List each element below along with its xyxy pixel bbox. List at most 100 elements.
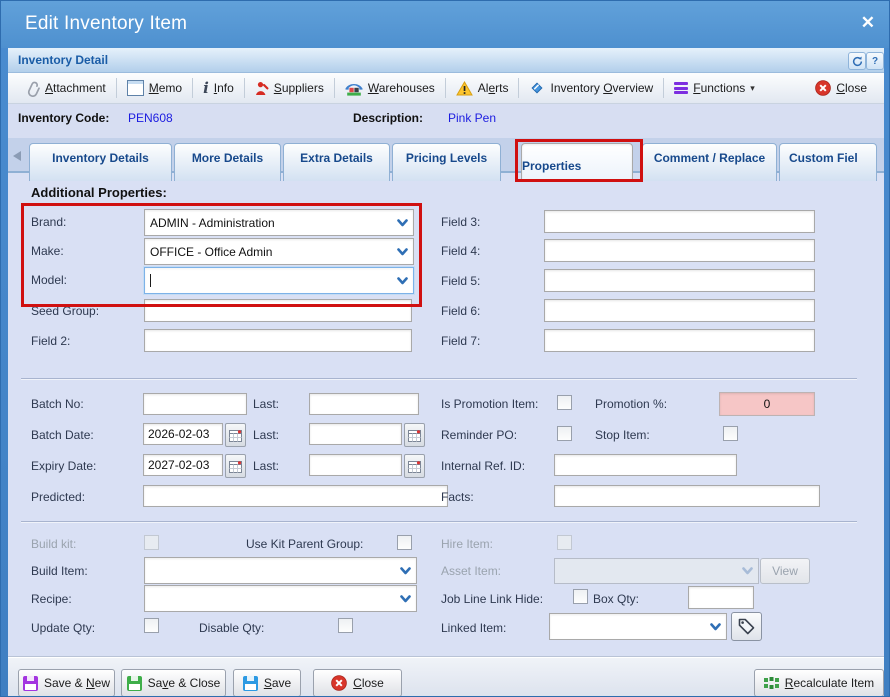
field3-input[interactable] [544, 210, 815, 233]
functions-menu-button[interactable]: Functions ▾ [667, 81, 762, 96]
chevron-down-icon [737, 559, 758, 583]
internal-ref-id-input[interactable] [554, 454, 737, 476]
save-floppy-icon [243, 676, 258, 691]
expiry-date-calendar-button[interactable] [225, 454, 246, 478]
attachment-button[interactable]: Attachment [18, 80, 113, 97]
build-kit-checkbox [144, 535, 159, 550]
recalculate-icon [764, 677, 779, 690]
expiry-date-input[interactable] [143, 454, 223, 476]
section-title-additional-properties: Additional Properties: [31, 185, 167, 200]
asset-item-select [554, 558, 759, 584]
hire-item-checkbox [557, 535, 572, 550]
field7-input[interactable] [544, 329, 815, 352]
info-button[interactable]: i Info [196, 81, 241, 96]
field5-input[interactable] [544, 269, 815, 292]
promotion-pct-input[interactable] [719, 392, 815, 416]
panel-title: Inventory Detail [18, 53, 108, 67]
stop-item-checkbox[interactable] [723, 426, 738, 441]
hire-item-label: Hire Item: [441, 537, 493, 551]
predicted-input[interactable] [143, 485, 448, 507]
save-and-close-button[interactable]: Save & Close [121, 669, 226, 697]
model-label: Model: [31, 273, 67, 287]
info-icon: i [203, 81, 209, 96]
chevron-down-icon[interactable] [392, 268, 413, 293]
save-button[interactable]: Save [233, 669, 301, 697]
build-item-select[interactable] [144, 557, 417, 584]
brand-label: Brand: [31, 215, 66, 229]
help-button[interactable]: ? [866, 52, 884, 70]
refresh-icon [852, 56, 863, 67]
make-select[interactable]: OFFICE - Office Admin [144, 238, 414, 265]
suppliers-button[interactable]: Suppliers [248, 81, 331, 96]
window-close-icon[interactable]: ✕ [861, 13, 875, 33]
use-kit-parent-group-checkbox[interactable] [397, 535, 412, 550]
batch-no-last-input[interactable] [309, 393, 419, 415]
batch-date-last-calendar-button[interactable] [404, 423, 425, 447]
batch-date-last-input[interactable] [309, 423, 402, 445]
field2-label: Field 2: [31, 334, 70, 348]
asset-item-label: Asset Item: [441, 564, 501, 578]
disable-qty-checkbox[interactable] [338, 618, 353, 633]
tab-more-details[interactable]: More Details [174, 143, 281, 181]
field6-input[interactable] [544, 299, 815, 322]
tab-properties[interactable]: Properties [521, 143, 633, 182]
close-button[interactable]: Close [313, 669, 402, 697]
field4-label: Field 4: [441, 244, 480, 258]
field6-label: Field 6: [441, 304, 480, 318]
panel-header: Inventory Detail ? [8, 48, 884, 73]
recipe-select[interactable] [144, 585, 417, 612]
tab-scroll-left-button[interactable] [13, 151, 21, 161]
is-promotion-item-checkbox[interactable] [557, 395, 572, 410]
calendar-icon [229, 460, 242, 473]
chevron-down-icon[interactable] [392, 239, 413, 264]
reminder-po-checkbox[interactable] [557, 426, 572, 441]
expiry-date-last-label: Last: [253, 459, 279, 473]
tab-extra-details[interactable]: Extra Details [283, 143, 390, 181]
batch-no-input[interactable] [143, 393, 247, 415]
linked-item-tag-button[interactable] [731, 612, 762, 641]
linked-item-select[interactable] [549, 613, 727, 640]
chevron-down-icon[interactable] [395, 558, 416, 583]
box-qty-input[interactable] [688, 586, 754, 609]
save-and-new-button[interactable]: Save & New [18, 669, 115, 697]
batch-date-label: Batch Date: [31, 428, 94, 442]
expiry-date-last-calendar-button[interactable] [404, 454, 425, 478]
toolbar-separator [445, 78, 446, 98]
tab-custom-fields[interactable]: Custom Fiel [779, 143, 877, 181]
field2-input[interactable] [144, 329, 412, 352]
seed-group-input[interactable] [144, 299, 412, 322]
facts-input[interactable] [554, 485, 820, 507]
tab-inventory-details[interactable]: Inventory Details [29, 143, 172, 181]
warehouses-button[interactable]: Warehouses [338, 81, 442, 96]
use-kit-parent-group-label: Use Kit Parent Group: [246, 537, 363, 551]
field5-label: Field 5: [441, 274, 480, 288]
memo-button[interactable]: Memo [120, 80, 189, 96]
edit-inventory-item-window: Edit Inventory Item ✕ Inventory Detail ?… [0, 0, 890, 697]
toolbar-separator [116, 78, 117, 98]
chevron-down-icon[interactable] [705, 614, 726, 639]
chevron-down-icon[interactable] [392, 210, 413, 235]
expiry-date-last-input[interactable] [309, 454, 402, 476]
model-select[interactable] [144, 267, 414, 294]
job-line-link-hide-checkbox[interactable] [573, 589, 588, 604]
toolbar: Attachment Memo i Info Suppliers [8, 73, 884, 104]
toolbar-close-button[interactable]: Close [808, 80, 874, 96]
chevron-down-icon: ▾ [750, 83, 755, 94]
batch-date-input[interactable] [143, 423, 223, 445]
batch-date-calendar-button[interactable] [225, 423, 246, 447]
tab-pricing-levels[interactable]: Pricing Levels [392, 143, 501, 181]
field7-label: Field 7: [441, 334, 480, 348]
brand-select[interactable]: ADMIN - Administration [144, 209, 414, 236]
paperclip-icon [25, 80, 40, 97]
window-title: Edit Inventory Item [25, 13, 187, 35]
tab-comment-replace[interactable]: Comment / Replace [642, 143, 777, 181]
warehouse-icon [345, 81, 363, 96]
toolbar-separator [663, 78, 664, 98]
field4-input[interactable] [544, 239, 815, 262]
update-qty-checkbox[interactable] [144, 618, 159, 633]
inventory-overview-button[interactable]: Inventory Overview [522, 80, 660, 96]
refresh-button[interactable] [848, 52, 866, 70]
alerts-button[interactable]: Alerts [449, 81, 516, 96]
chevron-down-icon[interactable] [395, 586, 416, 611]
recalculate-item-button[interactable]: Recalculate Item [754, 669, 884, 697]
